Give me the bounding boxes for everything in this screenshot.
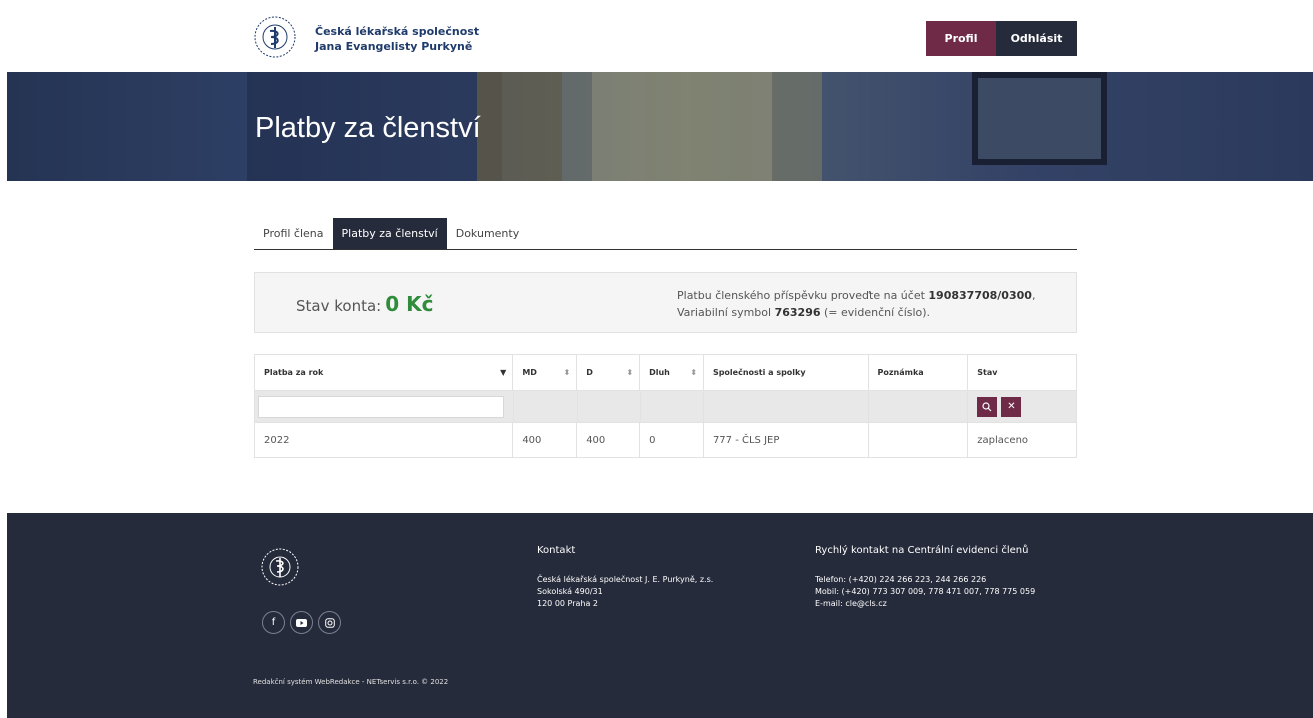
footer-email[interactable]: E-mail: cle@cls.cz [815,598,1035,610]
payment-text: , [1031,289,1036,302]
search-icon[interactable] [977,396,998,417]
payments-table: Platba za rok ▼ MD ⬍ D ⬍ Dluh ⬍ Společnosti … [254,354,1077,458]
cls-logo-icon [261,548,299,586]
header-nav: Profil Odhlásit [926,21,1077,56]
cell-d: 400 [577,423,641,457]
sort-icon[interactable]: ⬍ [563,368,570,377]
payment-text: (= evidenční číslo). [824,306,931,319]
column-header-label: D [586,368,593,377]
column-header-label: Společnosti a spolky [712,368,806,377]
cell-year: 2022 [255,423,514,457]
page-title: Platby za členství [255,112,481,144]
column-header-label: Stav [977,368,998,377]
footer-mobile: Mobil: (+420) 773 307 009, 778 471 007, … [815,587,1036,596]
table-header: Platba za rok ▼ MD ⬍ D ⬍ Dluh ⬍ Společnosti … [255,355,1076,391]
column-header: Společnosti a spolky [704,355,869,390]
site-footer: f Kontakt Česká lékařská společnost J. E… [7,513,1313,718]
filter-cell [641,391,705,422]
account-summary: Stav konta: 0 Kč Platbu členského příspě… [254,272,1077,333]
column-header[interactable]: D ⬍ [577,355,641,390]
filter-cell [578,391,641,422]
brand-line-2: Jana Evangelisty Purkyně [315,40,473,53]
instagram-icon[interactable] [318,611,341,634]
site-header: Česká lékařská společnost Jana Evangelis… [0,0,1313,72]
cls-logo-icon[interactable] [253,15,297,59]
tab-platby[interactable]: Platby za členství [332,218,447,249]
column-header: Stav [968,355,1076,390]
filter-cell [704,391,869,422]
table-row: 2022 400 400 0 777 - ČLS JEP zaplaceno [255,423,1076,457]
tab-dokumenty[interactable]: Dokumenty [447,218,528,249]
payment-text: Variabilní symbol [677,306,772,319]
payment-instructions: Platbu členského příspěvku proveďte na ú… [677,287,1035,321]
hero-banner: Platby za členství [7,72,1313,181]
column-header: Poznámka [869,355,969,390]
cell-society: 777 - ČLS JEP [704,423,869,457]
sort-icon[interactable]: ⬍ [626,368,633,377]
column-header-label: Dluh [649,368,670,377]
filter-cell [514,391,578,422]
column-header[interactable]: Platba za rok ▼ [255,355,514,390]
balance-value: 0 Kč [385,292,434,316]
facebook-icon[interactable]: f [262,611,285,634]
balance: Stav konta: 0 Kč [296,292,433,316]
brand-name[interactable]: Česká lékařská společnost Jana Evangelis… [315,24,479,54]
column-header[interactable]: MD ⬍ [513,355,578,390]
column-header-label: Platba za rok [264,368,324,377]
hero-decor [972,72,1107,165]
column-header[interactable]: Dluh ⬍ [640,355,704,390]
hero-decor [477,72,562,181]
cell-status: zaplaceno [977,434,1029,446]
account-number: 190837708/0300 [928,289,1032,302]
variable-symbol: 763296 [774,306,821,319]
footer-heading: Rychlý kontakt na Centrální evidenci čle… [815,545,1029,556]
column-header-label: Poznámka [877,368,924,377]
balance-label: Stav konta: [296,297,382,315]
footer-contact: Kontakt Česká lékařská společnost J. E. … [537,545,713,610]
sort-icon[interactable]: ⬍ [690,368,697,377]
tab-profil-clena[interactable]: Profil člena [254,218,333,249]
footer-quick-contact: Rychlý kontakt na Centrální evidenci čle… [815,545,1035,610]
footer-text: 120 00 Praha 2 [537,599,599,608]
column-header-label: MD [522,368,537,377]
footer-text: Česká lékařská společnost J. E. Purkyně,… [537,575,714,584]
logout-button[interactable]: Odhlásit [996,21,1077,56]
youtube-icon[interactable] [290,611,313,634]
payment-text: Platbu členského příspěvku proveďte na ú… [677,289,925,302]
profile-button[interactable]: Profil [926,21,996,56]
footer-text: Sokolská 490/31 [537,587,603,596]
cell-md: 400 [513,423,578,457]
footer-phone: Telefon: (+420) 224 266 223, 244 266 226 [815,575,987,584]
social-links: f [262,611,341,634]
close-icon[interactable]: ✕ [1001,396,1022,417]
filter-cell [869,391,969,422]
footer-heading: Kontakt [537,545,576,556]
filter-cell: ✕ [968,391,1076,422]
filter-cell [255,391,514,422]
cell-debt: 0 [640,423,704,457]
sort-desc-icon[interactable]: ▼ [500,368,506,377]
filter-row: ✕ [255,391,1076,423]
member-tabs: Profil člena Platby za členství Dokument… [254,218,1077,250]
brand-line-1: Česká lékařská společnost [315,25,480,38]
hero-decor [592,72,772,181]
cell-note [869,423,969,457]
year-filter-input[interactable] [258,395,504,418]
copyright[interactable]: Redakční systém WebRedakce - NETservis s… [253,678,448,686]
